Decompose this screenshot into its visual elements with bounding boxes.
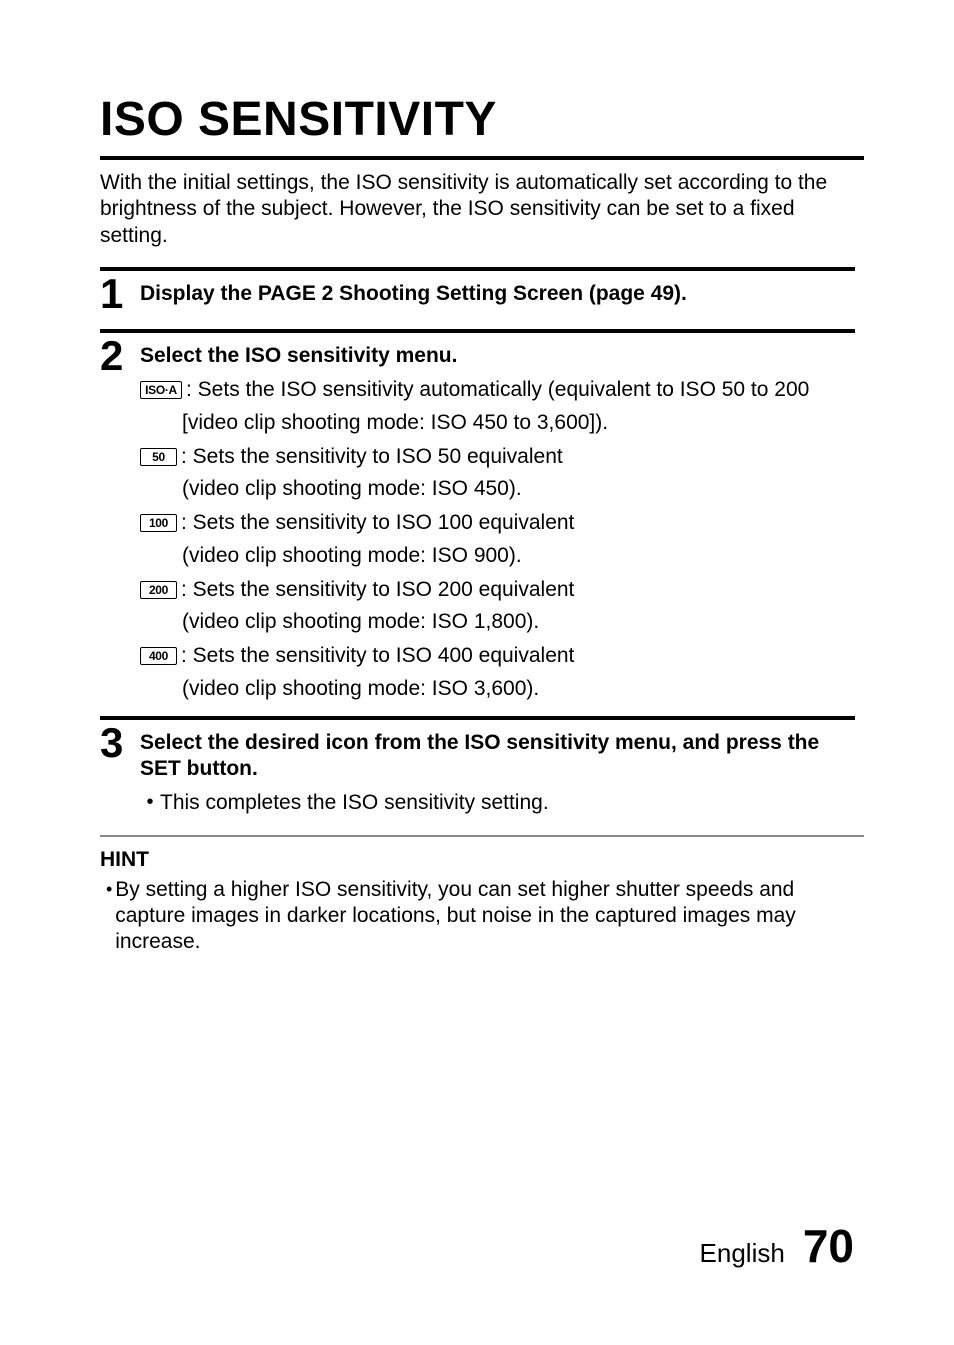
step-number: 3 (100, 722, 140, 764)
option-text: : Sets the ISO sensitivity automatically… (186, 377, 809, 403)
hint-text: By setting a higher ISO sensitivity, you… (115, 877, 864, 956)
step-1: 1 Display the PAGE 2 Shooting Setting Sc… (100, 277, 855, 315)
step2-rule (100, 329, 855, 333)
option-text: : Sets the sensitivity to ISO 100 equiva… (181, 510, 574, 536)
step1-lead: Display the PAGE 2 Shooting Setting Scre… (140, 281, 855, 307)
option-iso-400: 400 : Sets the sensitivity to ISO 400 eq… (140, 643, 855, 669)
option-text-cont: [video clip shooting mode: ISO 450 to 3,… (182, 410, 855, 436)
option-text: : Sets the sensitivity to ISO 50 equival… (181, 444, 563, 470)
iso-auto-icon: ISO·A (140, 381, 182, 399)
title-rule (100, 156, 864, 160)
option-text-cont: (video clip shooting mode: ISO 3,600). (182, 676, 855, 702)
hint-item: • By setting a higher ISO sensitivity, y… (106, 877, 864, 956)
page-title: ISO SENSITIVITY (100, 90, 864, 150)
step3-lead: Select the desired icon from the ISO sen… (140, 730, 855, 783)
iso-100-icon: 100 (140, 514, 177, 532)
footer-page-number: 70 (803, 1218, 854, 1276)
hint-rule (100, 835, 864, 837)
iso-400-icon: 400 (140, 647, 177, 665)
step3-rule (100, 716, 855, 720)
bullet-dot-icon: • (106, 877, 115, 901)
option-iso-200: 200 : Sets the sensitivity to ISO 200 eq… (140, 577, 855, 603)
intro-paragraph: With the initial settings, the ISO sensi… (100, 170, 864, 249)
hint-list: • By setting a higher ISO sensitivity, y… (100, 877, 864, 956)
step-number: 2 (100, 335, 140, 377)
option-text-cont: (video clip shooting mode: ISO 1,800). (182, 609, 855, 635)
step3-subbullet: • This completes the ISO sensitivity set… (140, 790, 855, 816)
option-text: : Sets the sensitivity to ISO 400 equiva… (181, 643, 574, 669)
iso-200-icon: 200 (140, 581, 177, 599)
bullet-dot-icon: • (140, 790, 160, 814)
footer-language: English (700, 1237, 785, 1270)
iso-options: ISO·A : Sets the ISO sensitivity automat… (140, 377, 855, 702)
hint-title: HINT (100, 847, 864, 873)
step2-lead: Select the ISO sensitivity menu. (140, 343, 855, 369)
step3-bullet-text: This completes the ISO sensitivity setti… (160, 790, 549, 816)
option-iso-50: 50 : Sets the sensitivity to ISO 50 equi… (140, 444, 855, 470)
page-root: ISO SENSITIVITY With the initial setting… (0, 0, 954, 1345)
step-3: 3 Select the desired icon from the ISO s… (100, 726, 855, 817)
step-number: 1 (100, 273, 140, 315)
steps-list: 1 Display the PAGE 2 Shooting Setting Sc… (100, 267, 864, 817)
option-text-cont: (video clip shooting mode: ISO 450). (182, 476, 855, 502)
option-iso-auto: ISO·A : Sets the ISO sensitivity automat… (140, 377, 855, 403)
option-text: : Sets the sensitivity to ISO 200 equiva… (181, 577, 574, 603)
iso-50-icon: 50 (140, 448, 177, 466)
page-footer: English 70 (700, 1218, 854, 1276)
option-iso-100: 100 : Sets the sensitivity to ISO 100 eq… (140, 510, 855, 536)
option-text-cont: (video clip shooting mode: ISO 900). (182, 543, 855, 569)
step-2: 2 Select the ISO sensitivity menu. ISO·A… (100, 339, 855, 702)
step1-rule (100, 267, 855, 271)
